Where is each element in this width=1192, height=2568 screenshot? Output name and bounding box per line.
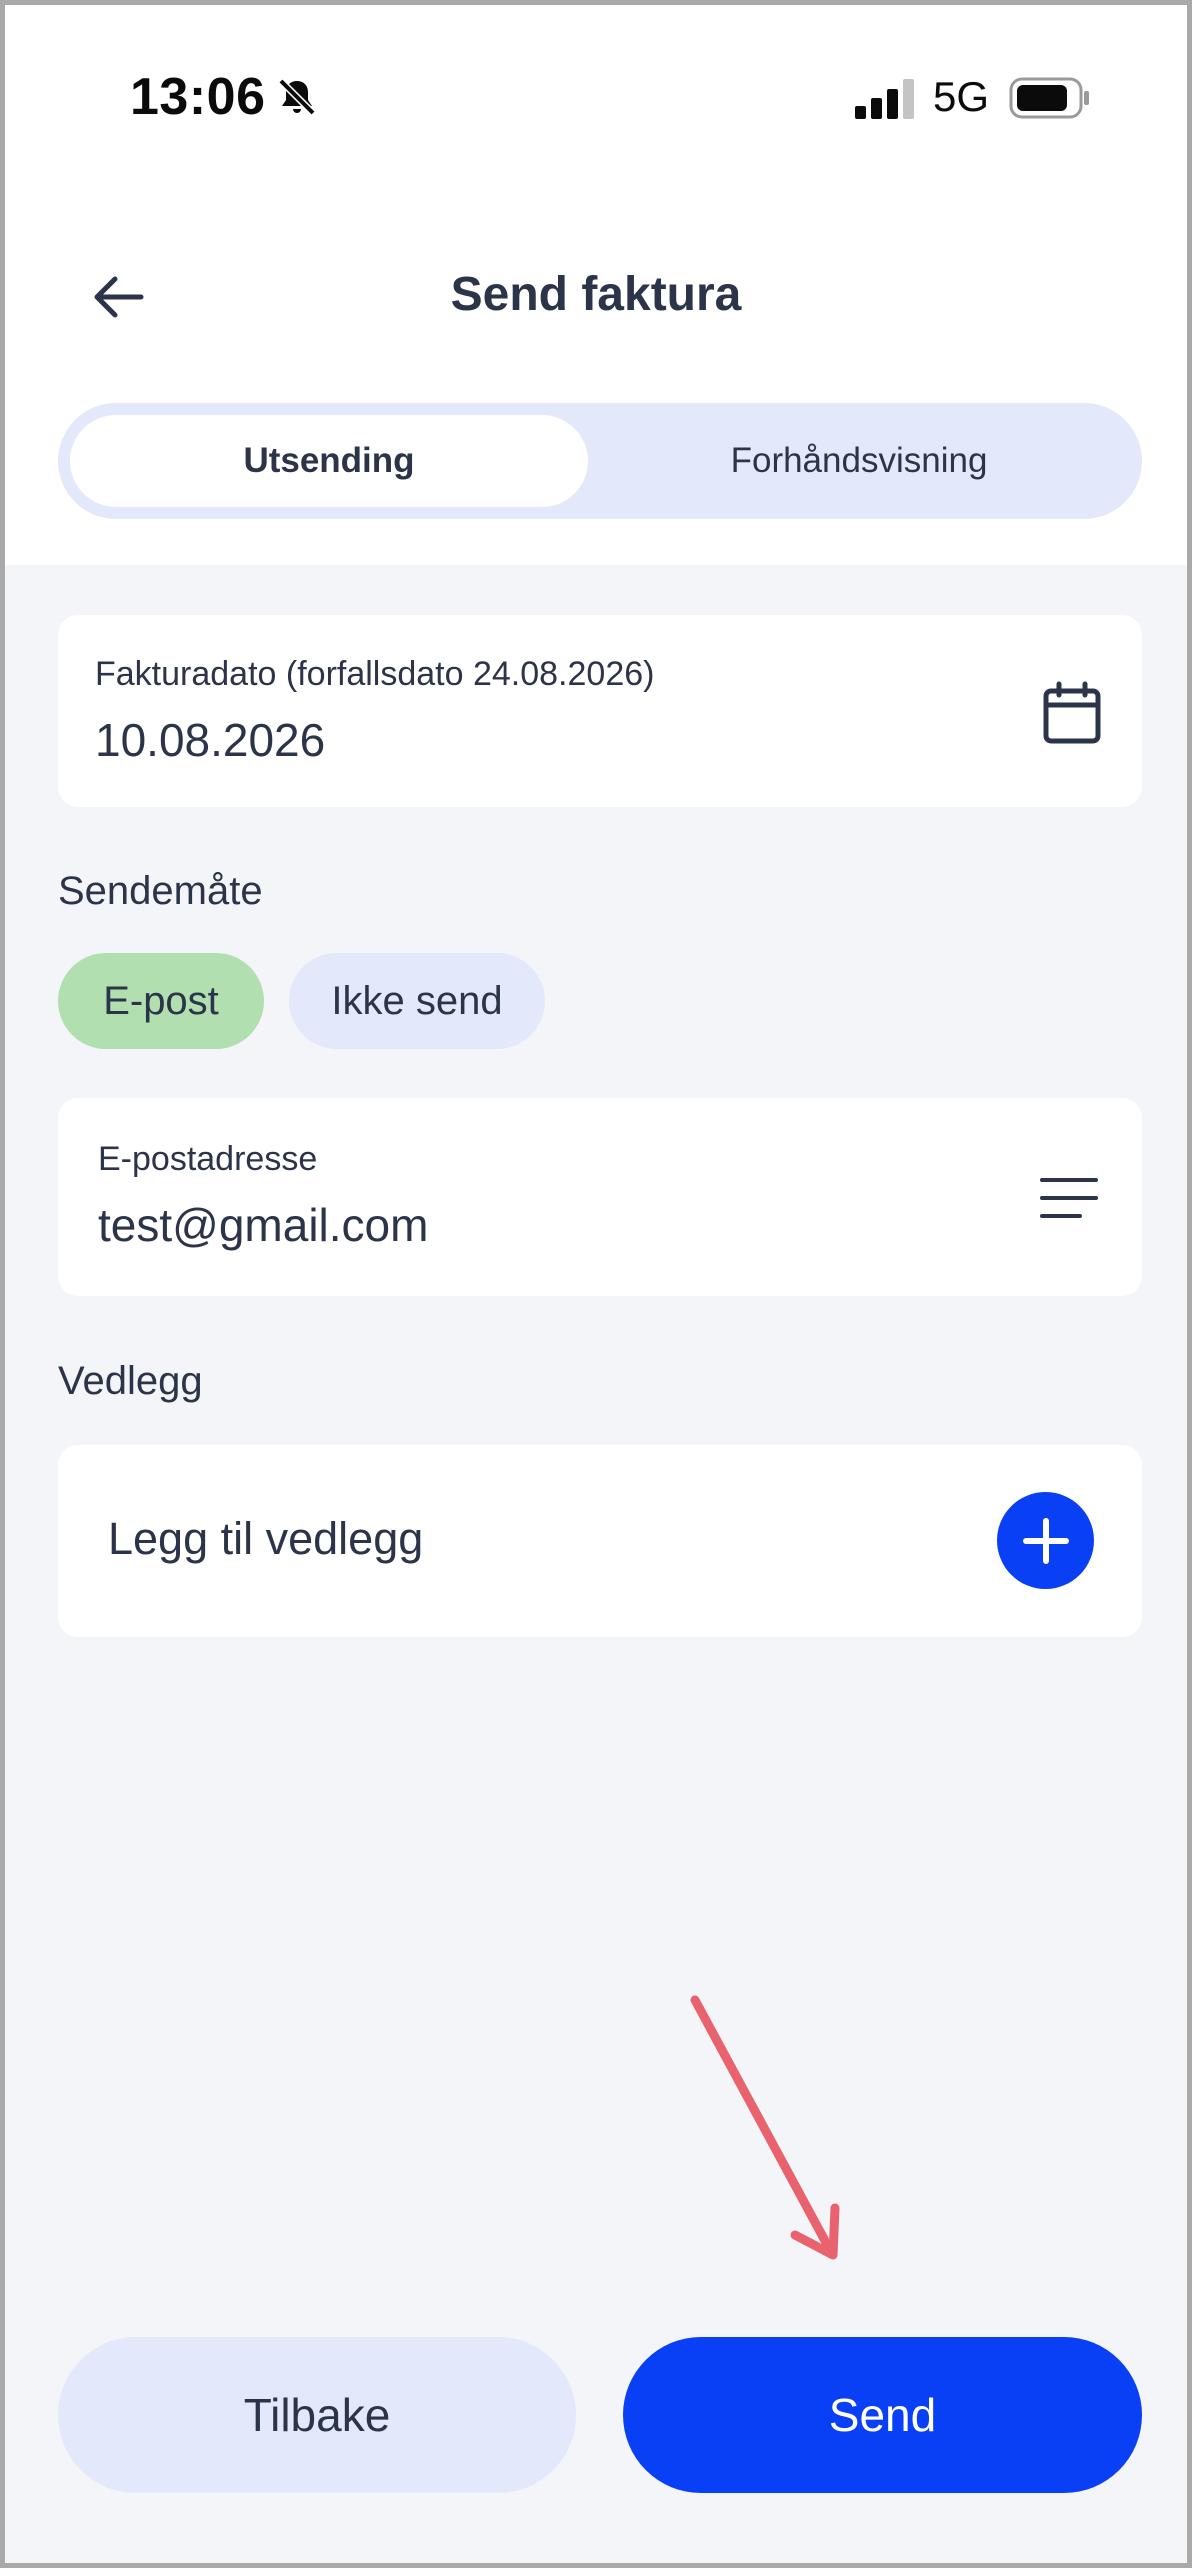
attachments-label: Vedlegg — [58, 1359, 203, 1403]
tab-utsending[interactable]: Utsending — [70, 415, 588, 507]
bell-muted-icon — [278, 78, 316, 116]
status-time: 13:06 — [130, 68, 266, 126]
tab-switcher: Utsending Forhåndsvisning — [58, 403, 1142, 519]
page-title: Send faktura — [450, 268, 742, 321]
email-value: test@gmail.com — [98, 1199, 429, 1251]
send-method-label: Sendemåte — [58, 869, 263, 913]
signal-icon — [855, 79, 914, 119]
email-label: E-postadresse — [98, 1140, 318, 1178]
tab-forhandsvisning[interactable]: Forhåndsvisning — [588, 415, 1130, 507]
back-button[interactable]: Tilbake — [58, 2337, 576, 2493]
app-screen: 13:06 5G Send faktura Utsending Forhånds… — [0, 0, 1192, 2568]
header-area: 13:06 5G Send faktura Utsending Forhånds… — [5, 5, 1187, 565]
send-method-no-send-chip[interactable]: Ikke send — [289, 953, 545, 1049]
invoice-date-field[interactable]: Fakturadato (forfallsdato 24.08.2026) 10… — [58, 615, 1142, 807]
plus-icon — [1022, 1517, 1069, 1564]
send-method-email-chip[interactable]: E-post — [58, 953, 264, 1049]
menu-lines-icon[interactable] — [1040, 1176, 1098, 1220]
invoice-date-value: 10.08.2026 — [95, 714, 326, 766]
invoice-date-label: Fakturadato (forfallsdato 24.08.2026) — [95, 655, 655, 693]
add-attachment-button[interactable] — [997, 1492, 1094, 1589]
annotation-arrow-icon — [690, 1995, 840, 2260]
calendar-icon[interactable] — [1042, 681, 1102, 745]
battery-icon — [1009, 77, 1089, 119]
network-label: 5G — [933, 73, 990, 120]
email-field[interactable]: E-postadresse test@gmail.com — [58, 1098, 1142, 1296]
add-attachment-label: Legg til vedlegg — [108, 1513, 424, 1564]
send-button[interactable]: Send — [623, 2337, 1142, 2493]
attachments-card: Legg til vedlegg — [58, 1445, 1142, 1637]
